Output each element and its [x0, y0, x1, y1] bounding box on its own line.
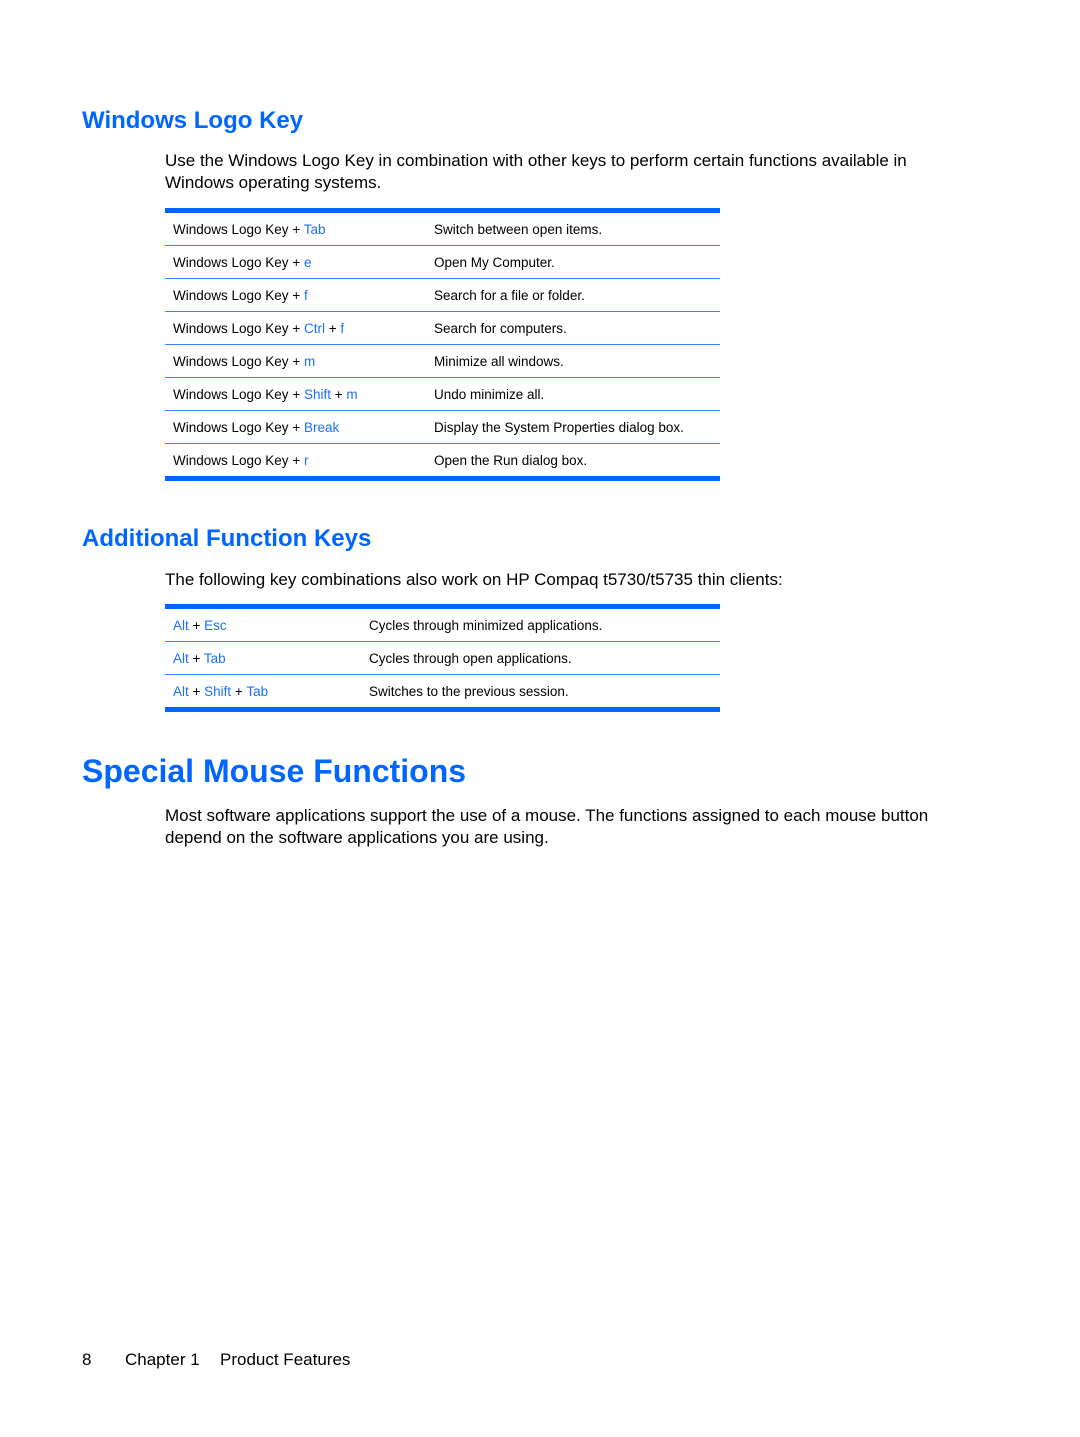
- special-mouse-functions-body: Most software applications support the u…: [165, 805, 928, 849]
- key-description: Switches to the previous session.: [369, 683, 569, 699]
- key-combination: Windows Logo Key + e: [165, 245, 426, 279]
- table-row: Windows Logo Key + f Search for a file or…: [165, 278, 720, 312]
- additional-function-keys-intro: The following key combinations also work…: [165, 570, 783, 589]
- key-text: +: [188, 683, 205, 699]
- key-combination: Windows Logo Key + f: [165, 278, 426, 312]
- table-row: Windows Logo Key + r Open the Run dialog …: [165, 444, 720, 479]
- key-name: Tab: [303, 221, 326, 237]
- intro-line-1: Use the Windows Logo Key in combination …: [165, 151, 907, 170]
- chapter-title: Product Features: [220, 1350, 351, 1369]
- key-name: e: [303, 254, 312, 270]
- key-name: r: [303, 452, 309, 468]
- page-footer: 8 Chapter 1 Product Features: [82, 1350, 350, 1370]
- key-name: Tab: [203, 650, 226, 666]
- key-text: Windows Logo Key: [173, 254, 289, 270]
- table-row: Windows Logo Key + e Open My Computer.: [165, 245, 720, 279]
- key-text: +: [188, 650, 204, 666]
- additional-function-keys-table: Alt + Esc Cycles through minimized applic…: [165, 604, 720, 712]
- key-text: +: [288, 320, 304, 336]
- section-title-windows-logo-key: Windows Logo Key: [82, 107, 304, 134]
- table-row: Windows Logo Key + Break Display the Syst…: [165, 410, 720, 444]
- key-name: f: [340, 320, 345, 336]
- key-description: Cycles through minimized applications.: [361, 606, 720, 642]
- chapter-label: Chapter 1: [125, 1350, 200, 1369]
- section-title-special-mouse-functions: Special Mouse Functions: [82, 753, 467, 789]
- key-text: +: [288, 386, 304, 402]
- key-name: Alt: [173, 650, 189, 666]
- key-text: +: [288, 419, 304, 435]
- key-text: Windows Logo Key: [173, 386, 289, 402]
- key-combination: Windows Logo Key + r: [165, 444, 426, 479]
- key-text: Windows Logo Key: [173, 287, 289, 303]
- key-combination: Windows Logo Key + m: [165, 344, 426, 378]
- section-title-additional-function-keys: Additional Function Keys: [82, 525, 372, 552]
- key-text: +: [288, 287, 304, 303]
- key-text: +: [188, 617, 205, 633]
- key-name: Shift: [303, 386, 331, 402]
- key-combination: Alt + Esc: [165, 606, 361, 642]
- key-name: f: [303, 287, 308, 303]
- key-description: Undo minimize all.: [426, 377, 720, 411]
- key-name: Shift: [204, 683, 232, 699]
- windows-logo-key-table: Windows Logo Key + Tab Switch between ope…: [165, 208, 720, 481]
- key-description: Search for computers.: [426, 311, 720, 345]
- key-text: +: [330, 386, 347, 402]
- key-name: Ctrl: [303, 320, 325, 336]
- key-description: Open My Computer.: [426, 245, 720, 279]
- key-text: Windows Logo Key: [173, 221, 289, 237]
- key-text: +: [324, 320, 341, 336]
- key-combination: Alt + Tab: [165, 641, 361, 675]
- key-text: +: [288, 353, 304, 369]
- key-text: Windows Logo Key: [173, 353, 289, 369]
- key-text: +: [231, 683, 247, 699]
- key-name: Break: [303, 419, 340, 435]
- key-description: Switch between open items.: [426, 210, 720, 246]
- key-combination: Windows Logo Key + Shift + m: [165, 377, 426, 411]
- page-number: 8: [82, 1350, 92, 1369]
- table-row: Windows Logo Key + Shift + m Undo minimiz…: [165, 377, 720, 411]
- key-name: Tab: [246, 683, 269, 699]
- key-description: Open the Run dialog box.: [434, 452, 588, 468]
- key-description: Search for a file or folder.: [426, 278, 720, 312]
- table-row: Windows Logo Key + Tab Switch between ope…: [165, 210, 720, 246]
- key-name: Alt: [173, 683, 189, 699]
- key-combination: Windows Logo Key + Ctrl + f: [165, 311, 426, 345]
- key-name: m: [346, 386, 358, 402]
- table-row: Alt + Shift + Tab Switches to the previou…: [165, 675, 720, 710]
- key-text: Windows Logo Key: [173, 320, 289, 336]
- table-row: Windows Logo Key + Ctrl + f Search for co…: [165, 311, 720, 345]
- table-row: Alt + Tab Cycles through open application…: [165, 641, 720, 675]
- key-combination: Windows Logo Key + Break: [165, 410, 426, 444]
- key-combination: Windows Logo Key + Tab: [165, 210, 426, 246]
- table-row: Windows Logo Key + m Minimize all windows…: [165, 344, 720, 378]
- body-line-1: Most software applications support the u…: [165, 806, 929, 825]
- key-description: Minimize all windows.: [426, 344, 720, 378]
- key-name: Esc: [204, 617, 227, 633]
- key-name: m: [303, 353, 316, 369]
- key-text: +: [288, 254, 304, 270]
- key-text: Windows Logo Key: [173, 419, 289, 435]
- key-text: +: [288, 452, 304, 468]
- key-name: Alt: [173, 617, 189, 633]
- key-description: Display the System Properties dialog box…: [426, 410, 720, 444]
- table-row: Alt + Esc Cycles through minimized applic…: [165, 606, 720, 642]
- windows-logo-key-intro: Use the Windows Logo Key in combination …: [165, 150, 907, 194]
- intro-line-2: Windows operating systems.: [165, 173, 382, 192]
- body-line-2: depend on the software applications you …: [165, 828, 549, 847]
- key-description: Cycles through open applications.: [361, 641, 720, 675]
- key-text: +: [288, 221, 304, 237]
- key-text: Windows Logo Key: [173, 452, 289, 468]
- key-combination: Alt + Shift + Tab: [165, 675, 361, 710]
